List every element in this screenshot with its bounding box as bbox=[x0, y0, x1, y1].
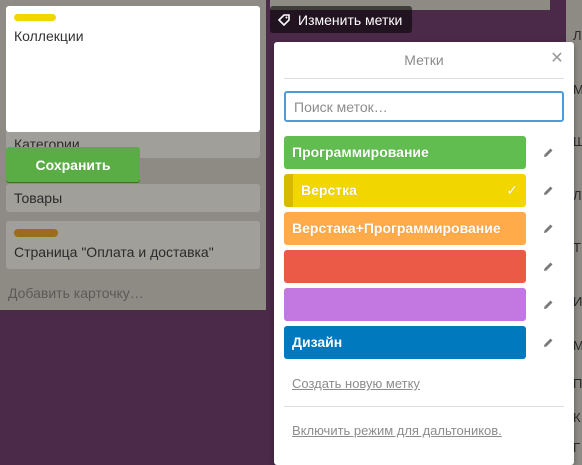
card-label bbox=[14, 14, 56, 21]
search-labels-input[interactable] bbox=[284, 91, 564, 122]
pencil-icon[interactable] bbox=[542, 337, 554, 349]
card-label bbox=[14, 229, 58, 237]
add-card-link[interactable]: Добавить карточку… bbox=[8, 285, 144, 301]
label-chip[interactable] bbox=[284, 288, 526, 321]
pencil-icon[interactable] bbox=[542, 261, 554, 273]
label-chip[interactable]: Дизайн bbox=[284, 326, 526, 359]
popover-title: Метки bbox=[404, 52, 444, 68]
label-row bbox=[284, 250, 564, 283]
pencil-icon[interactable] bbox=[542, 185, 554, 197]
label-row bbox=[284, 288, 564, 321]
label-row: Дизайн bbox=[284, 326, 564, 359]
label-name: Верстака+Программирование bbox=[292, 220, 501, 236]
edge-card-text: М bbox=[573, 338, 582, 353]
edge-card-text: И bbox=[573, 294, 582, 309]
create-label-link[interactable]: Создать новую метку bbox=[292, 376, 420, 391]
label-chip[interactable]: Верстка ✓ bbox=[284, 174, 526, 207]
edit-labels-button[interactable]: Изменить метки bbox=[270, 6, 413, 33]
label-chip[interactable]: Программирование bbox=[284, 136, 526, 169]
card-title: Товары bbox=[14, 190, 63, 206]
labels-popover: Метки ✕ Программирование Верстка ✓ Верстака… bbox=[274, 42, 574, 465]
save-button[interactable]: Сохранить bbox=[6, 147, 140, 182]
label-name: Дизайн bbox=[292, 334, 343, 350]
edge-card-text: К bbox=[573, 410, 581, 425]
colorblind-mode-link[interactable]: Включить режим для дальтоников. bbox=[292, 423, 502, 438]
card-title: Страница "Оплата и доставка" bbox=[14, 244, 214, 260]
label-chip[interactable] bbox=[284, 250, 526, 283]
edge-card-text: Т bbox=[573, 240, 581, 255]
edit-labels-label: Изменить метки bbox=[298, 11, 403, 28]
tag-icon bbox=[278, 13, 290, 26]
pencil-icon[interactable] bbox=[542, 299, 554, 311]
card-title-input[interactable]: Коллекции bbox=[14, 28, 84, 44]
card-payment-delivery[interactable]: Страница "Оплата и доставка" bbox=[6, 221, 260, 269]
label-name: Программирование bbox=[292, 144, 429, 160]
label-row: Верстака+Программирование bbox=[284, 212, 564, 245]
label-row: Верстка ✓ bbox=[284, 174, 564, 207]
edge-card-text: П bbox=[573, 376, 582, 391]
edge-card-text: Г bbox=[573, 440, 581, 455]
close-icon[interactable]: ✕ bbox=[550, 51, 564, 67]
pencil-icon[interactable] bbox=[542, 223, 554, 235]
divider bbox=[284, 78, 564, 79]
check-icon: ✓ bbox=[506, 182, 518, 198]
edge-card-text: Ш bbox=[573, 134, 582, 149]
label-row: Программирование bbox=[284, 136, 564, 169]
card-products[interactable]: Товары bbox=[6, 184, 260, 212]
edge-card-text: Л bbox=[573, 188, 582, 203]
edge-card-text: М bbox=[573, 82, 582, 97]
pencil-icon[interactable] bbox=[542, 147, 554, 159]
divider bbox=[284, 406, 564, 407]
label-name: Верстка bbox=[301, 182, 357, 198]
edge-card-text: Л bbox=[573, 28, 582, 43]
editing-card[interactable]: Коллекции bbox=[6, 6, 260, 132]
label-chip[interactable]: Верстака+Программирование bbox=[284, 212, 526, 245]
